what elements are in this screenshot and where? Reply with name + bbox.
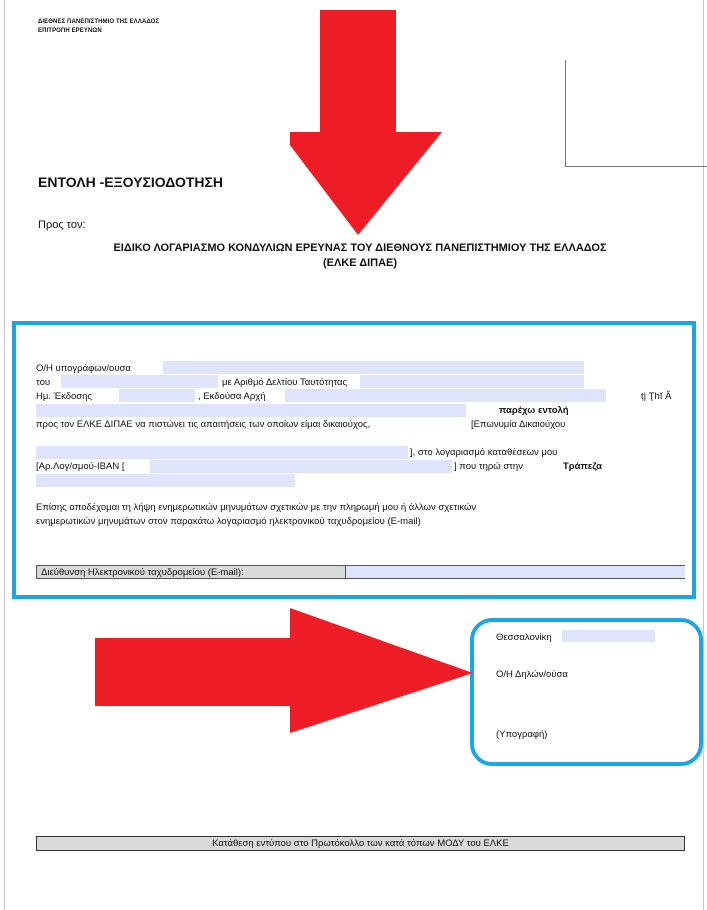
university-name: ΔΙΕΘΝΕΣ ΠΑΝΕΠΙΣΤΗΜΙΟ ΤΗΣ ΕΛΛΑΔΟΣ [38,19,160,25]
email-row: Διεύθυνση Ηλεκτρονικού ταχυδρομείου (E-m… [36,565,685,579]
footer-text: Κατάθεση εντύπου στο Πρωτόκολλο των κατά… [212,838,509,849]
recipient-line-2: (ΕΛΚΕ ΔΙΠΑΕ) [322,257,398,269]
beneficiary-name-label: [Επωνυμία Δικαιούχου [471,419,566,430]
beneficiary-name-field[interactable] [36,446,408,459]
of-label: του [36,377,51,388]
bank-label: Τράπεζα [563,461,602,472]
declarant-label: Ο/Η Δηλών/ούσα [496,669,568,680]
id-number-label: με Αριθμό Δελτίου Ταυτότητας [222,377,348,388]
issue-date-label: Ημ. Έκδοσης [36,391,92,402]
footer-bar: Κατάθεση εντύπου στο Πρωτόκολλο των κατά… [36,836,685,851]
email-field[interactable] [345,566,685,578]
bank-name-field[interactable] [36,474,295,487]
id-number-field[interactable] [360,375,584,388]
iban-field[interactable] [150,460,452,473]
place-label: Θεσσαλονίκη [496,632,552,643]
recipient-line-1: ΕΙΔΙΚΟ ΛΟΓΑΡΙΑΣΜΟ ΚΟΝΔΥΛΙΩΝ ΕΡΕΥΝΑΣ ΤΟΥ … [113,242,607,254]
to-label: Προς τον: [38,219,86,231]
deposit-account-label: ], στο λογαριασμό καταθέσεων μου [410,447,558,458]
give-order-label: παρέχω εντολή [499,405,569,416]
garbled-text: ț| Ţhĭ Â [641,391,672,402]
consent-text-line-1: Επίσης αποδέχομαι τη λήψη ενημερωτικών μ… [36,502,477,513]
issuing-authority-field[interactable] [285,389,606,402]
page-edge-left [4,0,5,910]
document-title: ΕΝΤΟΛΗ -ΕΞΟΥΣΙΟΔΟΤΗΣΗ [38,174,224,190]
issuing-authority-label: , Εκδούσα Αρχή [198,391,266,402]
corner-box-lines [565,60,707,167]
iban-label: [Αρ.Λογ/σμού-IBAN [ [36,461,125,472]
committee-name: ΕΠΙΤΡΟΠΗ ΕΡΕΥΝΩΝ [38,28,102,34]
elke-credit-text: προς τον ΕΛΚΕ ΔΙΠΑΕ να πιστώνει τις απαι… [36,419,371,430]
signature-label: (Υπογραφή) [496,729,548,740]
signer-name-field[interactable] [163,361,584,374]
father-name-field[interactable] [61,375,218,388]
down-arrow-icon [290,10,442,235]
consent-text-line-2: ενημερωτικών μηνυμάτων στον παρακάτω λογ… [36,516,421,527]
signer-label: Ο/Η υπογράφων/ουσα [36,363,131,374]
address-field[interactable] [36,404,466,417]
email-label: Διεύθυνση Ηλεκτρονικού ταχυδρομείου (E-m… [41,567,244,578]
right-arrow-icon [95,608,473,733]
issue-date-field[interactable] [119,389,195,402]
date-field[interactable] [562,630,655,642]
held-at-label: ] που τηρώ στην [454,461,523,472]
